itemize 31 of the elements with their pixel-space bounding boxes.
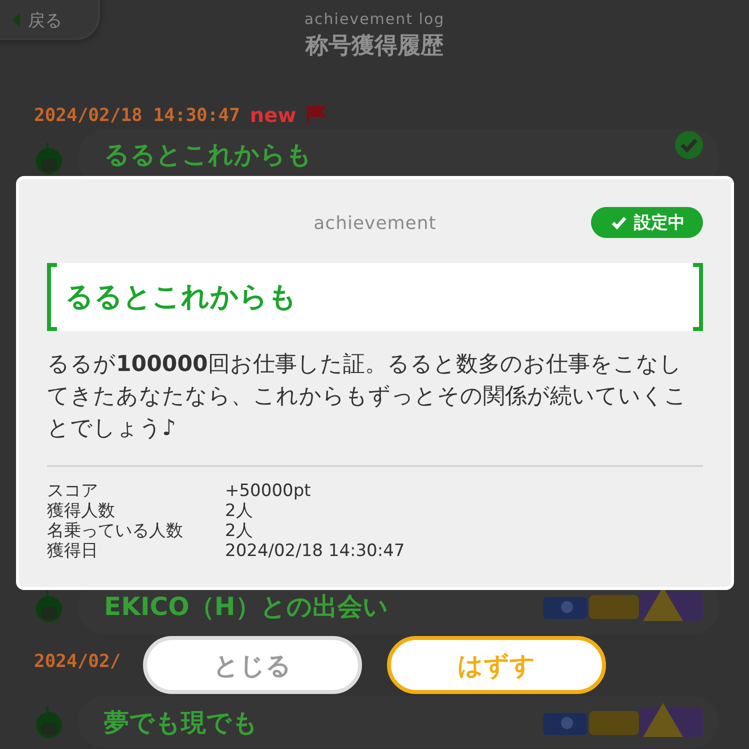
page-subtitle: achievement log xyxy=(304,10,445,28)
new-label: new xyxy=(250,103,296,127)
stat-label: 獲得日 xyxy=(47,541,99,561)
log-date: 2024/02/18 14:30:47 xyxy=(34,104,240,126)
stat-value: +50000pt xyxy=(225,481,312,501)
remove-button[interactable]: はずす xyxy=(387,636,606,694)
check-icon xyxy=(611,216,627,230)
stat-value: 2024/02/18 14:30:47 xyxy=(225,541,406,561)
back-arrow-icon xyxy=(12,13,20,27)
back-button[interactable]: 戻る xyxy=(0,0,100,40)
avatar-icon xyxy=(34,705,64,739)
title-bracket xyxy=(693,263,703,331)
achievement-description: るるが100000回お仕事した証。るると数多のお仕事をこなしてきたあなたなら、これからもずっとその関係が続いていくことでしょう♪ xyxy=(47,349,703,467)
flag-icon xyxy=(306,105,326,125)
avatar-icon xyxy=(34,141,64,175)
page-title: 称号獲得履歴 xyxy=(306,32,444,61)
stat-label: 獲得人数 xyxy=(47,501,116,521)
achievement-title: るるとこれからも xyxy=(104,138,313,170)
close-button[interactable]: とじる xyxy=(143,636,362,694)
stat-value: 2人 xyxy=(225,521,254,541)
avatar-icon xyxy=(34,589,64,623)
achievement-title: EKICO（H）との出会い xyxy=(104,590,390,622)
stat-label: 名乗っている人数 xyxy=(47,521,184,541)
badge-label: 設定中 xyxy=(634,212,685,234)
log-date: 2024/02/ xyxy=(34,650,121,672)
achievement-name: るるとこれからも xyxy=(65,279,297,315)
stat-value: 2人 xyxy=(225,501,254,521)
dialog-heading: achievement xyxy=(314,212,436,234)
title-bracket xyxy=(47,263,57,331)
stat-label: スコア xyxy=(47,481,99,501)
achievement-title: 夢でも現でも xyxy=(104,706,259,738)
